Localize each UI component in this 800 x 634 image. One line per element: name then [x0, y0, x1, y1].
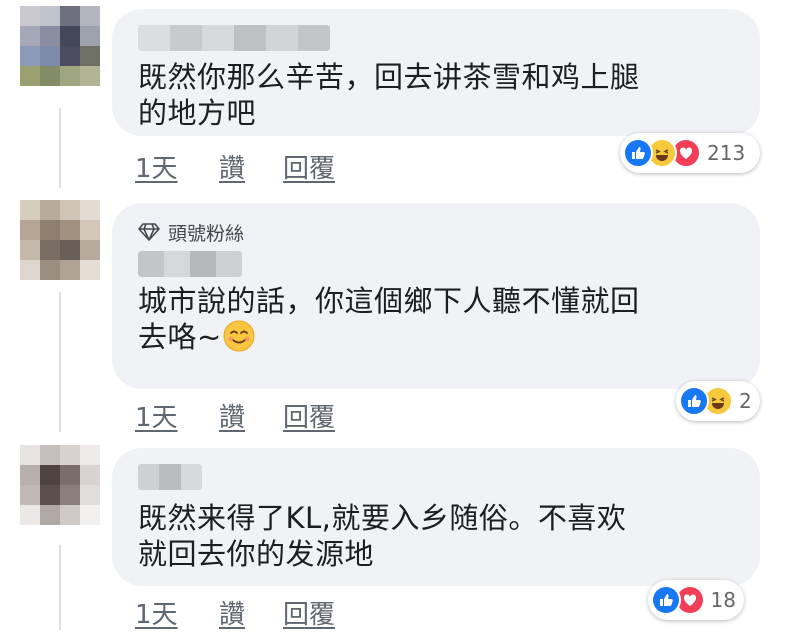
reaction-summary[interactable]: 213 [620, 133, 760, 173]
reaction-count: 213 [707, 141, 746, 165]
thread-line [59, 108, 61, 188]
like-icon [679, 386, 709, 416]
comment-text-line: 既然来得了KL,就要入乡随俗。不喜欢 [138, 501, 627, 535]
comment-bubble: 頭號粉絲 城市說的話，你這個鄉下人聽不懂就回 去咯~ [112, 203, 760, 389]
timestamp-link[interactable]: 1天 [135, 397, 219, 434]
blurred-username[interactable] [138, 25, 330, 51]
thread-line [59, 545, 61, 630]
blurred-username[interactable] [138, 251, 242, 277]
reply-button[interactable]: 回覆 [283, 397, 335, 434]
reaction-summary[interactable]: 2 [676, 381, 760, 421]
comment-bubble: 既然你那么辛苦，回去讲茶雪和鸡上腿 的地方吧 [112, 9, 760, 136]
like-button[interactable]: 讚 [219, 397, 283, 434]
comment-actions: 1天 讚 回覆 [135, 594, 335, 631]
timestamp-link[interactable]: 1天 [135, 594, 219, 631]
comment-text-line: 既然你那么辛苦，回去讲茶雪和鸡上腿 [138, 60, 640, 94]
avatar[interactable] [20, 200, 100, 280]
comment-text: 城市說的話，你這個鄉下人聽不懂就回 去咯~ [138, 283, 740, 355]
like-button[interactable]: 讚 [219, 594, 283, 631]
avatar[interactable] [20, 6, 100, 86]
comment-text-line: 的地方吧 [138, 96, 257, 130]
reaction-count: 18 [710, 588, 736, 612]
like-icon [651, 585, 681, 615]
reply-button[interactable]: 回覆 [283, 148, 335, 185]
comment-text: 既然你那么辛苦，回去讲茶雪和鸡上腿 的地方吧 [138, 59, 740, 131]
comment-text-line: 去咯~ [138, 320, 222, 354]
badge-label: 頭號粉絲 [168, 222, 245, 245]
like-button[interactable]: 讚 [219, 148, 283, 185]
diamond-icon [138, 223, 160, 241]
reply-button[interactable]: 回覆 [283, 594, 335, 631]
smiling-face-icon [223, 320, 255, 352]
comment-actions: 1天 讚 回覆 [135, 148, 335, 185]
comment-text: 既然来得了KL,就要入乡随俗。不喜欢 就回去你的发源地 [138, 500, 740, 572]
like-icon [623, 138, 653, 168]
comment-bubble: 既然来得了KL,就要入乡随俗。不喜欢 就回去你的发源地 [112, 448, 760, 586]
timestamp-link[interactable]: 1天 [135, 148, 219, 185]
top-fan-badge: 頭號粉絲 [138, 219, 740, 245]
avatar[interactable] [20, 445, 100, 525]
comment-text-line: 就回去你的发源地 [138, 537, 375, 571]
thread-line [59, 292, 61, 432]
comment-actions: 1天 讚 回覆 [135, 397, 335, 434]
comment-text-line: 城市說的話，你這個鄉下人聽不懂就回 [138, 284, 640, 318]
reaction-count: 2 [739, 389, 752, 413]
blurred-username[interactable] [138, 464, 202, 490]
reaction-summary[interactable]: 18 [648, 580, 744, 620]
